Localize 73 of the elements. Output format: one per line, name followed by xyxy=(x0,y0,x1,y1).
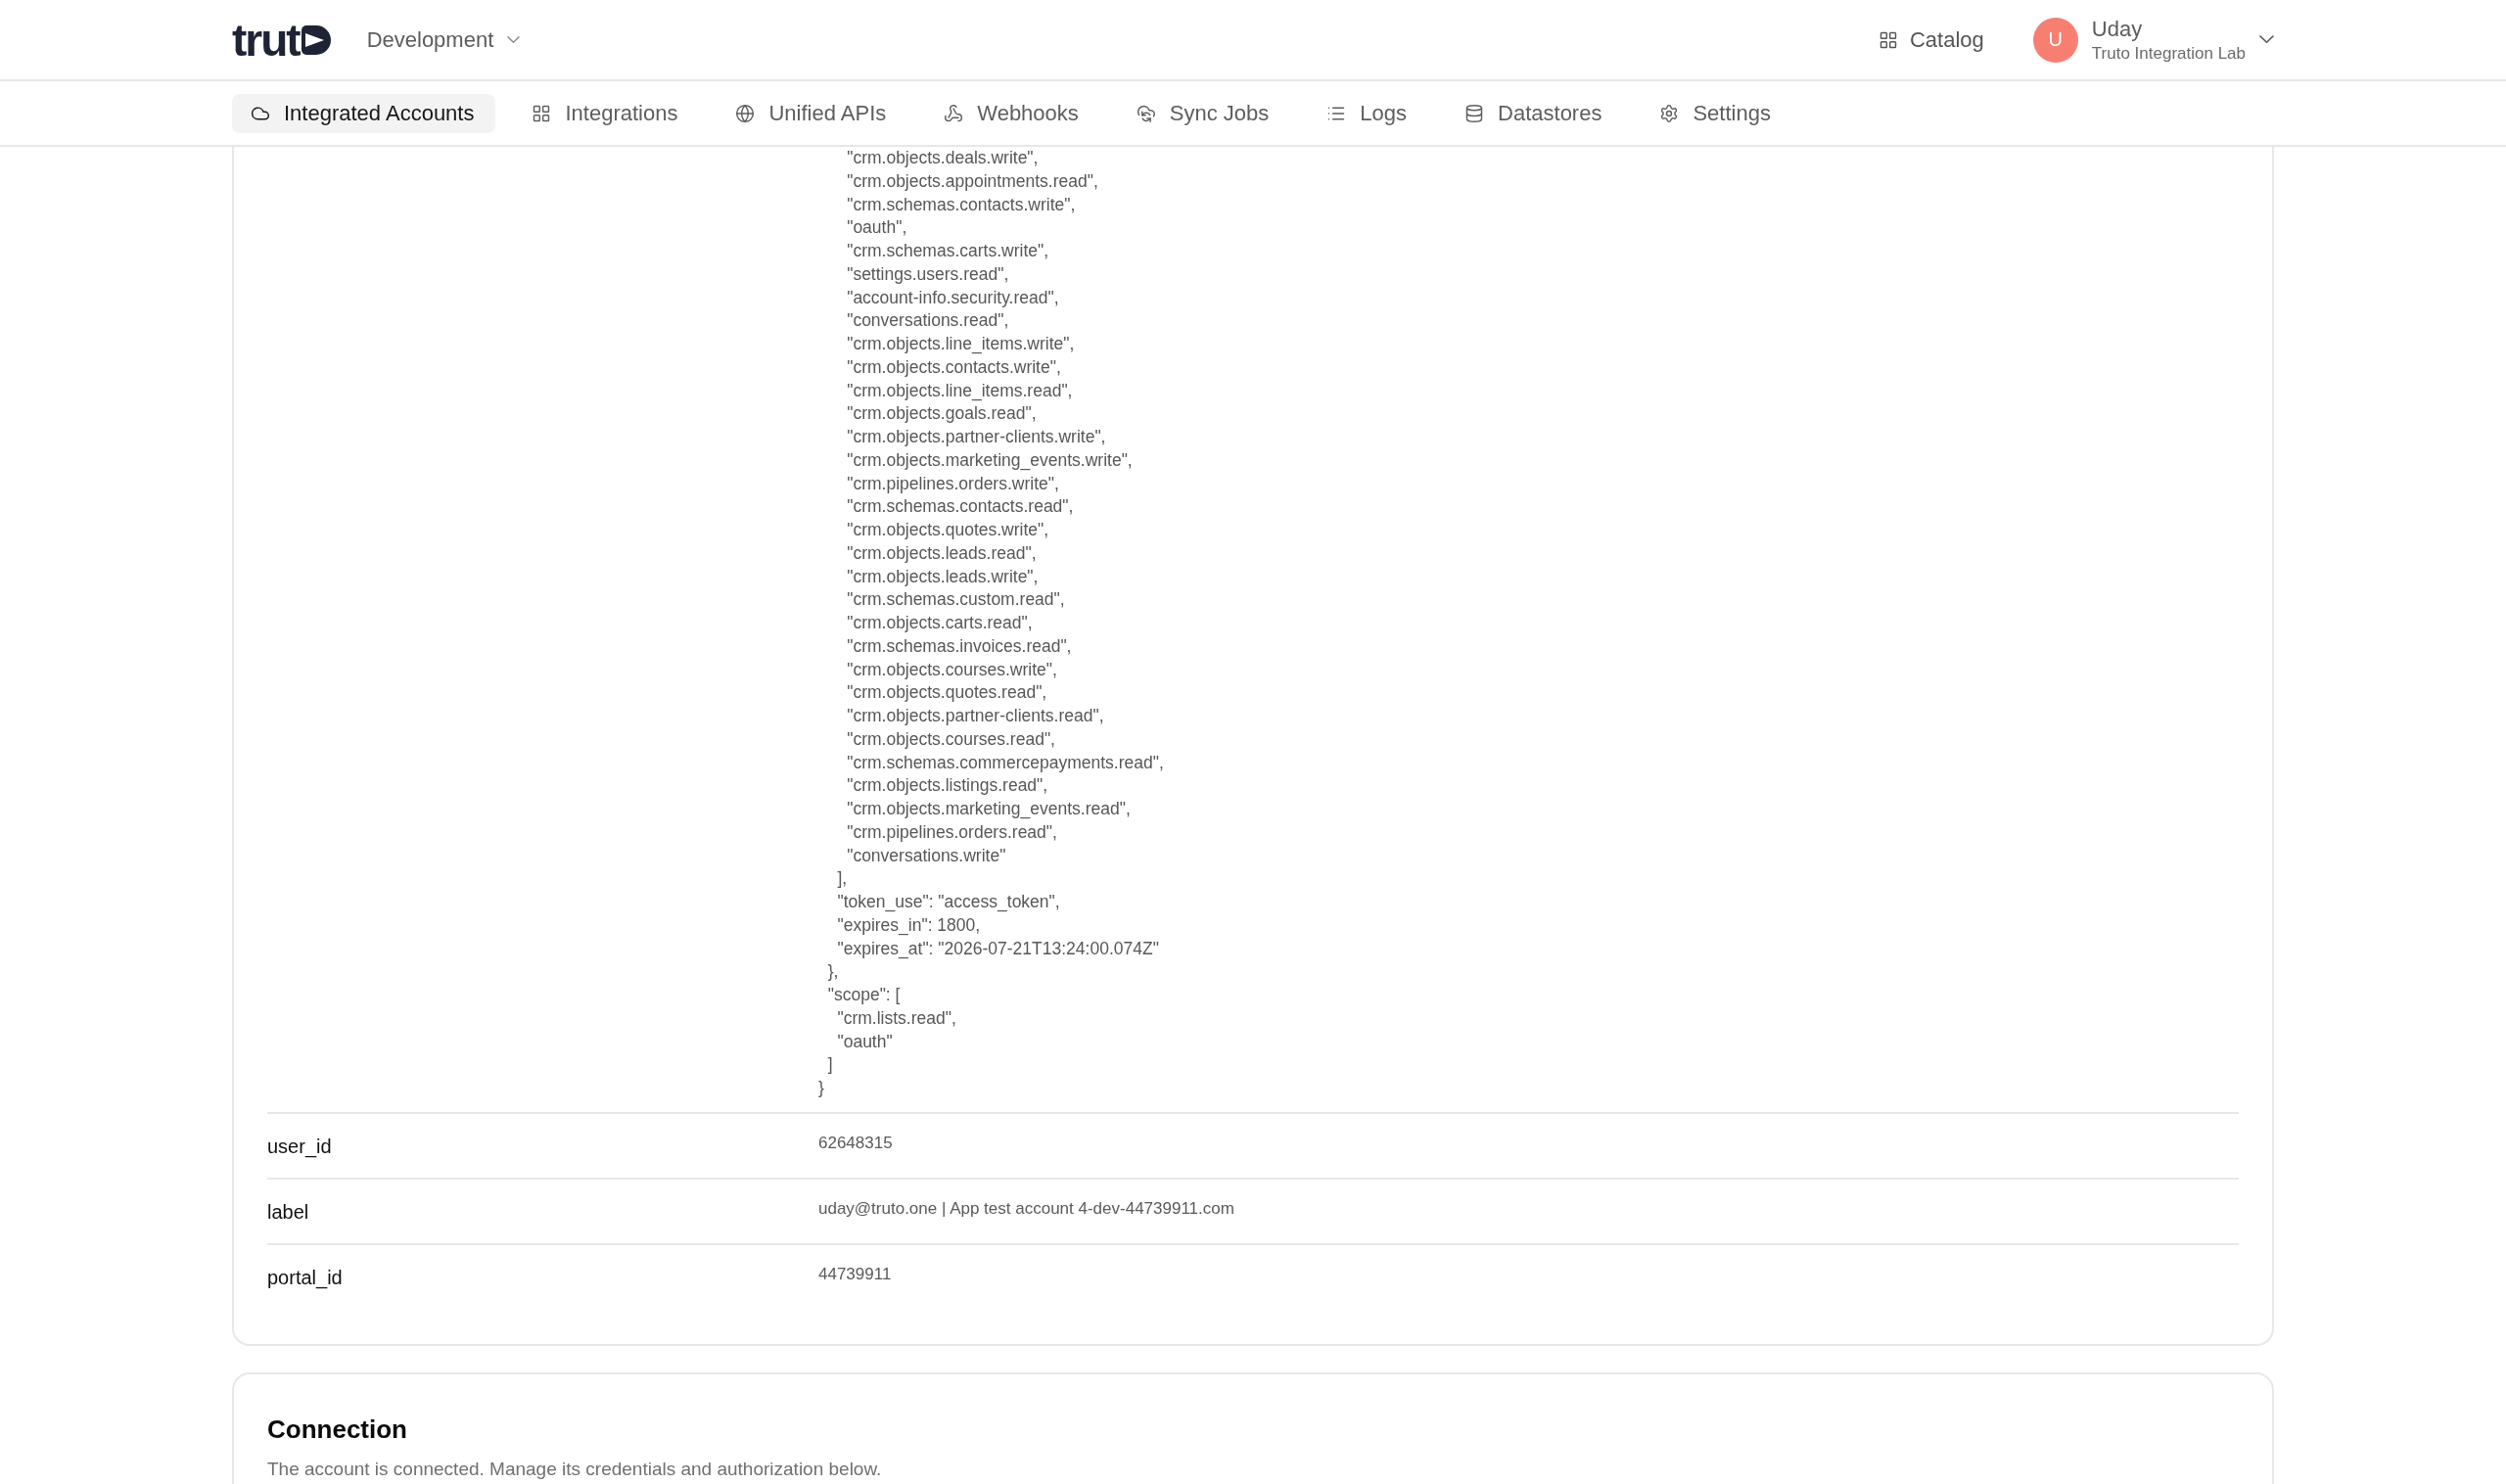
code-line: "crm.schemas.custom.read", xyxy=(846,588,1065,612)
code-line: "crm.objects.appointments.read", xyxy=(846,169,1098,193)
code-line: "settings.users.read", xyxy=(846,262,1009,286)
field-value: uday@truto.one | App test account 4-dev-44739911.com xyxy=(818,1197,1234,1220)
code-line: "token_use": "access_token", xyxy=(836,891,1060,914)
logo-text: trut xyxy=(232,17,300,63)
field-label: portal_id xyxy=(267,1265,343,1291)
settings-icon xyxy=(1659,103,1680,123)
code-line: "expires_in": 1800, xyxy=(836,913,981,938)
field-label: user_id xyxy=(267,1134,332,1160)
database-icon xyxy=(1464,103,1485,123)
code-line: "crm.objects.leads.write", xyxy=(846,565,1039,588)
code-line: "crm.objects.deals.write", xyxy=(846,147,1039,169)
code-line: "crm.objects.courses.read", xyxy=(846,727,1055,751)
code-line: "crm.objects.partner-clients.write", xyxy=(846,426,1106,448)
grid-icon xyxy=(1878,29,1898,50)
code-line: "expires_at": "2026-07-21T13:24:00.074Z" xyxy=(836,937,1159,961)
code-line: "crm.objects.goals.read", xyxy=(846,402,1037,426)
code-line: "account-info.security.read", xyxy=(846,286,1059,309)
code-line: "crm.objects.partner-clients.read", xyxy=(846,705,1104,727)
code-line: "crm.schemas.contacts.write", xyxy=(846,193,1076,216)
avatar: U xyxy=(2032,17,2078,63)
code-line: "conversations.read", xyxy=(846,309,1009,333)
code-line: "scope": [ xyxy=(826,984,901,1006)
code-line: "crm.objects.contacts.write", xyxy=(846,355,1061,379)
globe-icon xyxy=(735,103,756,123)
code-line: "crm.schemas.carts.write", xyxy=(846,240,1049,262)
nav-tab[interactable]: Integrations xyxy=(513,93,700,133)
code-line: "crm.objects.line_items.read", xyxy=(846,379,1073,403)
code-line: "crm.objects.leads.read", xyxy=(846,541,1037,565)
nav-tab[interactable]: Settings xyxy=(1641,93,1792,133)
nav-tab[interactable]: Sync Jobs xyxy=(1117,93,1291,133)
code-line: "crm.objects.line_items.write", xyxy=(846,333,1075,356)
code-line: "crm.schemas.commercepayments.read", xyxy=(846,751,1164,774)
code-line: "crm.objects.listings.read", xyxy=(846,774,1048,798)
code-line: "crm.pipelines.orders.write", xyxy=(846,472,1059,495)
grid-icon xyxy=(532,103,552,123)
code-line: "crm.schemas.contacts.read", xyxy=(846,495,1074,519)
code-line: "crm.objects.quotes.write", xyxy=(846,519,1049,541)
field-value: 62648315 xyxy=(818,1132,893,1154)
nav-tab[interactable]: Datastores xyxy=(1446,93,1624,133)
code-line: "crm.objects.marketing_events.read", xyxy=(846,798,1131,821)
user-name: Uday xyxy=(2091,16,2143,42)
nav-tab[interactable]: Integrated Accounts xyxy=(232,93,496,133)
code-line: "crm.lists.read", xyxy=(836,1006,956,1030)
user-menu[interactable]: U Uday Truto Integration Lab xyxy=(2032,16,2274,64)
cloud-sync-icon xyxy=(1136,103,1156,123)
chevron-down-icon xyxy=(2259,35,2274,44)
code-line: "crm.objects.carts.read", xyxy=(846,612,1033,634)
webhook-icon xyxy=(944,103,964,123)
card-title: Connection xyxy=(267,1413,407,1445)
nav-tab[interactable]: Logs xyxy=(1308,93,1429,133)
catalog-button[interactable]: Catalog xyxy=(1878,23,1984,57)
code-line: "crm.objects.marketing_events.write", xyxy=(846,448,1133,473)
code-line: }, xyxy=(826,960,839,984)
card-description: The account is connected. Manage its credentials and authorization below. xyxy=(267,1457,882,1481)
field-label: label xyxy=(267,1199,309,1225)
nav-tab[interactable]: Unified APIs xyxy=(717,93,908,133)
chevron-down-icon xyxy=(507,35,521,44)
organization-name: Truto Integration Lab xyxy=(2091,43,2246,64)
code-line: "conversations.write" xyxy=(846,844,1006,867)
code-line: "crm.objects.quotes.read", xyxy=(846,681,1047,705)
code-line: ], xyxy=(836,867,848,891)
code-line: "oauth", xyxy=(846,216,907,240)
environment-dropdown[interactable]: Development xyxy=(366,23,521,57)
code-line: "oauth" xyxy=(836,1030,893,1053)
field-value: 44739911 xyxy=(818,1263,892,1285)
code-line: } xyxy=(818,1077,824,1099)
nav-tab[interactable]: Webhooks xyxy=(925,93,1100,133)
code-line: ] xyxy=(826,1053,833,1077)
code-line: "crm.schemas.invoices.read", xyxy=(846,634,1072,658)
code-line: "crm.pipelines.orders.read", xyxy=(846,820,1057,844)
code-line: "crm.objects.courses.write", xyxy=(846,658,1057,681)
